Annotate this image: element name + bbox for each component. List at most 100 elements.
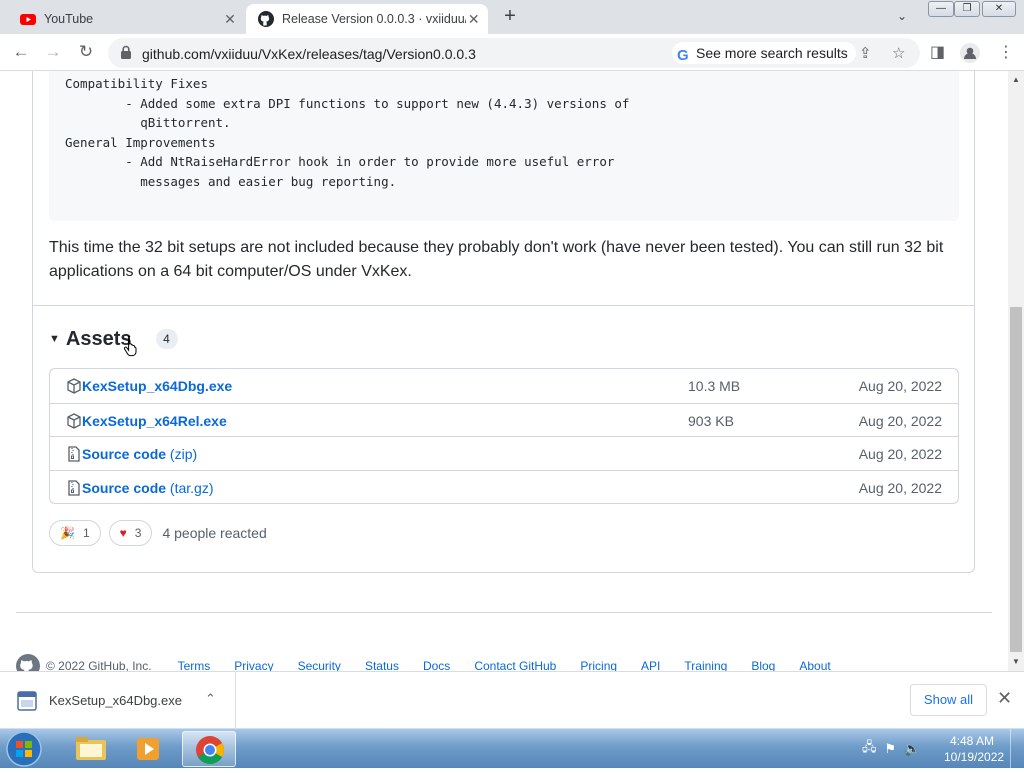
forward-arrow-icon[interactable]: →	[42, 42, 64, 64]
clock-date: 10/19/2022	[944, 750, 1005, 764]
file-zip-icon	[68, 446, 80, 462]
vertical-scrollbar[interactable]: ▲ ▼	[1008, 71, 1024, 671]
reactions-summary: 4 people reacted	[162, 525, 267, 541]
asset-date: Aug 20, 2022	[858, 479, 942, 496]
clock-time: 4:48 AM	[949, 734, 995, 748]
asset-date: Aug 20, 2022	[858, 412, 942, 429]
address-bar[interactable]: github.com/vxiiduu/VxKex/releases/tag/Ve…	[108, 38, 920, 68]
footer-link-pricing[interactable]: Pricing	[580, 659, 617, 671]
tab-search-chevron-icon[interactable]: ⌄	[897, 9, 907, 23]
asset-link[interactable]: KexSetup_x64Rel.exe	[82, 413, 227, 429]
close-tab-icon[interactable]: ✕	[466, 11, 483, 28]
exe-file-icon	[17, 691, 37, 711]
footer-link-about[interactable]: About	[799, 659, 830, 671]
chevron-up-icon[interactable]: ⌃	[205, 691, 216, 707]
volume-icon[interactable]: 🔈	[904, 741, 920, 757]
tab-youtube[interactable]: YouTube ✕	[8, 4, 246, 34]
footer: © 2022 GitHub, Inc. Terms Privacy Securi…	[16, 654, 831, 671]
footer-link-contact[interactable]: Contact GitHub	[474, 659, 556, 671]
footer-divider	[16, 612, 992, 613]
back-arrow-icon[interactable]: ←	[10, 42, 32, 64]
footer-link-blog[interactable]: Blog	[751, 659, 775, 671]
reaction-count: 1	[82, 526, 90, 540]
footer-link-status[interactable]: Status	[365, 659, 399, 671]
see-more-search-results-chip[interactable]: G See more search results	[672, 42, 856, 64]
file-zip-icon	[68, 479, 80, 496]
tab-strip: YouTube ✕ Release Version 0.0.0.3 · vxii…	[0, 0, 1024, 34]
reaction-heart-button[interactable]: ♥ 3	[108, 520, 153, 546]
footer-link-privacy[interactable]: Privacy	[234, 659, 273, 671]
tab-title: YouTube	[44, 12, 94, 26]
youtube-icon	[20, 14, 36, 25]
chrome-icon	[196, 736, 224, 764]
footer-link-terms[interactable]: Terms	[178, 659, 211, 671]
close-window-button[interactable]: ✕	[982, 1, 1016, 17]
page-viewport: Compatibility Fixes - Added some extra D…	[0, 71, 1008, 671]
footer-link-security[interactable]: Security	[298, 659, 341, 671]
package-icon	[67, 378, 81, 394]
media-player-icon	[137, 738, 159, 760]
reactions-bar: 🎉 1 ♥ 3 4 people reacted	[49, 520, 267, 546]
scroll-up-arrow-icon[interactable]: ▲	[1012, 75, 1020, 84]
asset-size: 903 KB	[688, 412, 734, 429]
asset-date: Aug 20, 2022	[858, 446, 942, 462]
new-tab-button[interactable]: +	[499, 6, 521, 28]
restore-button[interactable]: ❐	[954, 1, 980, 17]
scroll-down-arrow-icon[interactable]: ▼	[1012, 657, 1020, 666]
network-icon[interactable]: 🖧	[862, 738, 877, 760]
asset-row: Source code (zip) Aug 20, 2022	[50, 436, 958, 470]
footer-link-api[interactable]: API	[641, 659, 660, 671]
side-panel-icon[interactable]: ◨	[930, 42, 945, 62]
hand-cursor-icon	[123, 336, 137, 357]
media-player-taskbar-button[interactable]	[122, 731, 176, 767]
explorer-taskbar-button[interactable]	[64, 731, 118, 767]
reaction-count: 3	[134, 526, 142, 540]
tab-release[interactable]: Release Version 0.0.0.3 · vxiiduu/VxKex …	[246, 4, 488, 34]
folder-icon	[76, 737, 106, 760]
asset-date: Aug 20, 2022	[858, 378, 942, 394]
asset-row: KexSetup_x64Rel.exe 903 KB Aug 20, 2022	[50, 402, 958, 437]
asset-link[interactable]: Source code (zip)	[82, 446, 197, 462]
menu-kebab-icon[interactable]: ⋮	[998, 42, 1014, 62]
footer-link-docs[interactable]: Docs	[423, 659, 450, 671]
browser-toolbar: ← → ↻ github.com/vxiiduu/VxKex/releases/…	[0, 34, 1024, 71]
see-more-label: See more search results	[696, 45, 848, 61]
bookmark-star-icon[interactable]: ☆	[892, 44, 905, 62]
tab-title: Release Version 0.0.0.3 · vxiiduu/VxKex	[282, 12, 466, 26]
scroll-thumb[interactable]	[1010, 307, 1022, 652]
heart-icon: ♥	[119, 526, 127, 540]
github-mark-icon[interactable]	[16, 654, 40, 671]
asset-link[interactable]: KexSetup_x64Dbg.exe	[82, 378, 232, 394]
close-tab-icon[interactable]: ✕	[220, 11, 240, 28]
caret-down-icon: ▼	[49, 333, 60, 345]
reaction-hooray-button[interactable]: 🎉 1	[49, 520, 101, 546]
release-card: Compatibility Fixes - Added some extra D…	[32, 71, 975, 573]
close-icon[interactable]: ✕	[997, 688, 1012, 709]
assets-summary[interactable]: ▼ Assets 4	[49, 326, 178, 352]
chrome-taskbar-button[interactable]	[182, 731, 236, 767]
system-clock[interactable]: 4:48 AM 10/19/2022	[944, 733, 1005, 765]
show-all-button[interactable]: Show all	[910, 684, 987, 716]
lock-icon	[121, 45, 131, 59]
package-icon	[67, 412, 81, 429]
asset-row: KexSetup_x64Dbg.exe 10.3 MB Aug 20, 2022	[50, 369, 958, 403]
download-bar: KexSetup_x64Dbg.exe ⌃ Show all ✕	[0, 671, 1024, 728]
assets-count-badge: 4	[155, 329, 178, 349]
profile-avatar-icon[interactable]	[960, 43, 980, 63]
share-icon[interactable]: ⇪	[859, 44, 872, 62]
windows-start-icon[interactable]	[4, 730, 44, 768]
asset-size: 10.3 MB	[688, 378, 741, 394]
asset-link[interactable]: Source code (tar.gz)	[82, 480, 214, 496]
reload-icon[interactable]: ↻	[75, 42, 97, 64]
action-center-flag-icon[interactable]: ⚑	[885, 741, 897, 757]
release-notes-text: Compatibility Fixes - Added some extra D…	[65, 76, 630, 189]
minimize-button[interactable]: —	[928, 1, 954, 17]
download-filename: KexSetup_x64Dbg.exe	[49, 693, 182, 708]
download-item[interactable]: KexSetup_x64Dbg.exe ⌃	[0, 672, 236, 728]
footer-link-training[interactable]: Training	[684, 659, 727, 671]
google-icon: G	[677, 47, 689, 64]
windows-taskbar: 🖧 ⚑ 🔈 4:48 AM 10/19/2022	[0, 728, 1024, 769]
party-popper-icon: 🎉	[60, 526, 75, 540]
show-desktop-button[interactable]	[1010, 729, 1024, 769]
system-tray: 🖧 ⚑ 🔈	[862, 738, 920, 760]
